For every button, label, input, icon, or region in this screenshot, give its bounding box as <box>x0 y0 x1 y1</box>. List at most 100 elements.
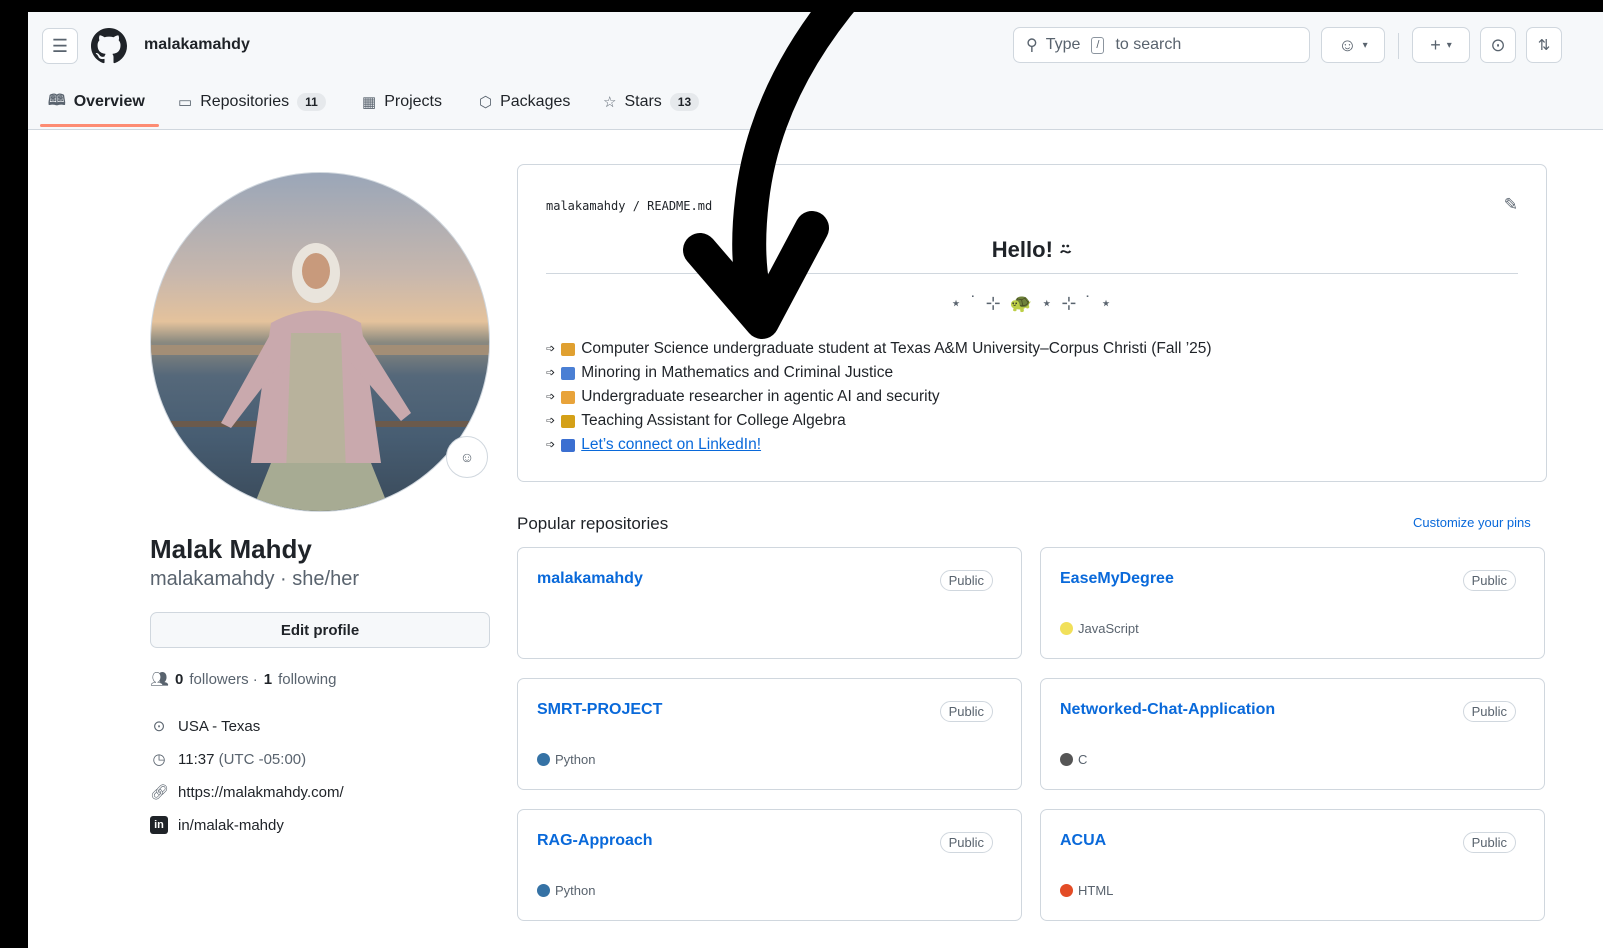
arrow-bullet-icon: ➩ <box>546 439 556 451</box>
profile-location: ⊙ USA - Texas <box>150 717 261 736</box>
link-icon: 🔗︎ <box>150 784 170 801</box>
star-icon: ☆ <box>603 94 617 111</box>
language-name: C <box>1078 752 1088 767</box>
location-text: USA - Texas <box>178 717 261 735</box>
list-item-text: Teaching Assistant for College Algebra <box>581 412 846 429</box>
followers-label[interactable]: followers · <box>189 671 257 688</box>
linkedin-readme-link[interactable]: Let’s connect on LinkedIn! <box>581 433 761 457</box>
repo-language: Python <box>537 883 595 898</box>
visibility-badge: Public <box>939 570 993 591</box>
tab-counter: 11 <box>297 93 326 111</box>
create-new-button[interactable]: + ▾ <box>1412 27 1470 63</box>
profile-local-time: ◷ 11:37 (UTC -05:00) <box>150 750 306 769</box>
repo-language: C <box>1060 752 1087 767</box>
repo-name-link[interactable]: malakamahdy <box>537 570 643 588</box>
app-header: ☰ malakamahdy ⚲ Type / to search ☺ ▾ + ▾ ⊙ ⇅… <box>28 12 1603 130</box>
repo-language: JavaScript <box>1060 621 1139 636</box>
website-link[interactable]: https://malakmahdy.com/ <box>178 784 344 801</box>
tab-label: Repositories <box>200 93 290 110</box>
repo-card: EaseMyDegree Public JavaScript <box>1040 547 1545 659</box>
repo-language: Python <box>537 752 595 767</box>
readme-heading: Hello! ⍨ <box>991 237 1073 262</box>
plus-icon: + <box>1430 34 1441 55</box>
repo-name-link[interactable]: ACUA <box>1060 832 1106 850</box>
teacher-emoji-icon <box>561 414 576 428</box>
pencil-icon[interactable]: ✎ <box>1504 195 1518 215</box>
followers-line: 👥︎ 0 followers · 1 following <box>150 670 336 689</box>
list-item: ➩ Computer Science undergraduate student … <box>546 337 1212 361</box>
edit-profile-button[interactable]: Edit profile <box>150 612 490 648</box>
repo-name-link[interactable]: RAG-Approach <box>537 832 653 850</box>
tab-projects[interactable]: ▦ Projects <box>362 88 442 116</box>
language-color-dot <box>537 884 550 897</box>
profile-website: 🔗︎ https://malakmahdy.com/ <box>150 783 344 802</box>
repo-card: ACUA Public HTML <box>1040 809 1545 921</box>
followers-count[interactable]: 0 <box>175 671 183 688</box>
visibility-badge: Public <box>939 832 993 853</box>
mailbox-emoji-icon <box>561 438 576 452</box>
linkedin-icon: in <box>150 816 168 834</box>
language-color-dot <box>1060 753 1073 766</box>
language-name: Python <box>555 752 596 767</box>
search-input[interactable]: ⚲ Type / to search <box>1013 27 1310 63</box>
following-count[interactable]: 1 <box>264 671 272 688</box>
tab-stars[interactable]: ☆ Stars 13 <box>603 88 700 116</box>
language-color-dot <box>1060 884 1073 897</box>
github-logo-icon[interactable] <box>91 28 127 64</box>
tab-overview[interactable]: 🕮 Overview <box>48 88 145 116</box>
repo-card: RAG-Approach Public Python <box>517 809 1022 921</box>
list-item: ➩ Undergraduate researcher in agentic AI … <box>546 385 1212 409</box>
visibility-badge: Public <box>939 701 993 722</box>
chevron-down-icon: ▾ <box>1362 39 1368 51</box>
search-shortcut-key: / <box>1091 36 1105 54</box>
menu-button[interactable]: ☰ <box>42 28 78 64</box>
repo-name-link[interactable]: SMRT-PROJECT <box>537 701 662 719</box>
tab-repositories[interactable]: ▭ Repositories 11 <box>178 88 326 116</box>
avatar-photo <box>151 243 489 511</box>
list-item: ➩ Minoring in Mathematics and Criminal Ju… <box>546 361 1212 385</box>
language-name: JavaScript <box>1078 621 1139 636</box>
repo-card: malakamahdy Public <box>517 547 1022 659</box>
search-icon: ⚲ <box>1026 37 1038 54</box>
repo-card: Networked-Chat-Application Public C <box>1040 678 1545 790</box>
linkedin-link[interactable]: in/malak-mahdy <box>178 817 284 834</box>
copilot-button[interactable]: ☺ ▾ <box>1321 27 1385 63</box>
readme-path[interactable]: malakamahdy / README.md <box>546 199 712 213</box>
language-name: HTML <box>1078 883 1114 898</box>
following-label[interactable]: following <box>278 671 336 688</box>
package-icon: ⬡ <box>479 94 493 111</box>
readme-decoration: ⋆ ˙ ⊹ 🐢 ⋆ ⊹ ˙ ⋆ <box>950 293 1114 313</box>
repo-language: HTML <box>1060 883 1113 898</box>
table-icon: ▦ <box>362 94 377 111</box>
pull-requests-button[interactable]: ⇅ <box>1526 27 1562 63</box>
tab-label: Projects <box>384 93 442 110</box>
language-name: Python <box>555 883 596 898</box>
visibility-badge: Public <box>1462 570 1516 591</box>
tab-label: Overview <box>73 93 145 110</box>
arrow-bullet-icon: ➩ <box>546 415 556 427</box>
issue-circle-icon: ⊙ <box>1490 34 1506 55</box>
scales-numbers-emoji-icon <box>561 366 576 380</box>
popular-repos-title: Popular repositories <box>517 514 669 533</box>
issues-button[interactable]: ⊙ <box>1480 27 1516 63</box>
smiley-status-icon: ☺ <box>459 449 475 465</box>
customize-pins-link[interactable]: Customize your pins <box>1413 515 1531 530</box>
tab-packages[interactable]: ⬡ Packages <box>479 88 570 116</box>
arrow-bullet-icon: ➩ <box>546 367 556 379</box>
set-status-button[interactable]: ☺ <box>446 436 488 478</box>
repo-name-link[interactable]: Networked-Chat-Application <box>1060 701 1275 719</box>
language-color-dot <box>1060 622 1073 635</box>
visibility-badge: Public <box>1462 701 1516 722</box>
repo-card: SMRT-PROJECT Public Python <box>517 678 1022 790</box>
search-prefix: Type <box>1045 36 1081 53</box>
research-emoji-icon <box>561 390 576 404</box>
location-pin-icon: ⊙ <box>152 718 166 735</box>
profile-handle-pronouns: malakamahdy · she/her <box>150 568 359 590</box>
header-username[interactable]: malakamahdy <box>144 36 250 54</box>
avatar[interactable] <box>150 172 490 512</box>
language-color-dot <box>537 753 550 766</box>
repo-name-link[interactable]: EaseMyDegree <box>1060 570 1174 588</box>
chevron-down-icon: ▾ <box>1446 39 1452 51</box>
tab-label: Packages <box>500 93 571 110</box>
list-item-text: Computer Science undergraduate student a… <box>581 340 1212 357</box>
